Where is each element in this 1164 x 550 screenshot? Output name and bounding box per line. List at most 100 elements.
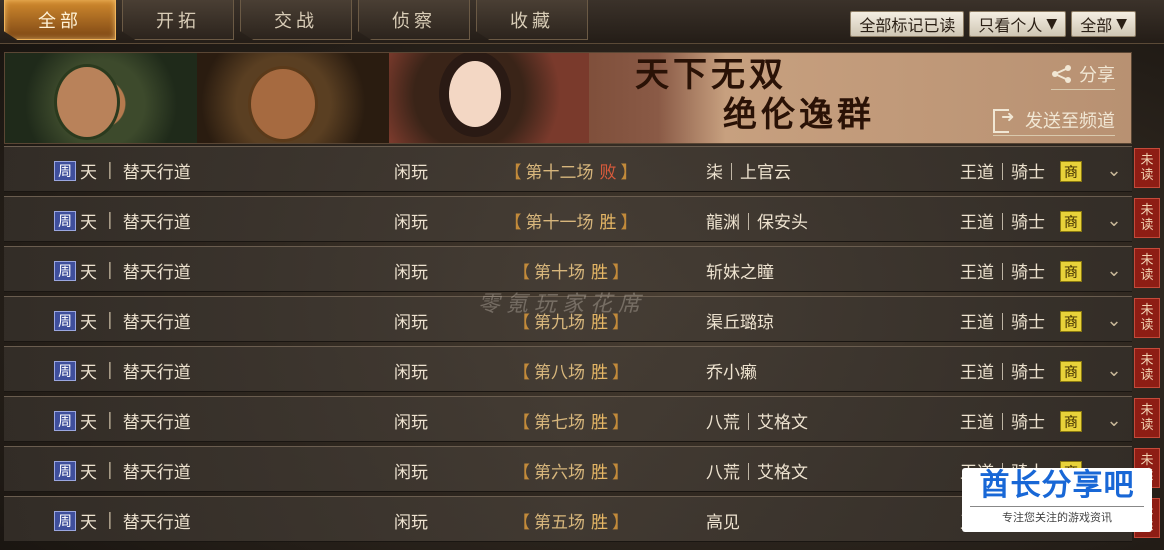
faction-class: 王道｜骑士 [960,412,1045,433]
unread-char-1: 未 [1140,203,1154,218]
match-result: 胜 [591,462,608,483]
mode-label: 闲玩 [394,262,428,283]
team-tag: 天 [80,312,97,333]
team-name: 替天行道 [122,362,191,383]
portrait-face [57,67,117,137]
tab-battle[interactable]: 交战 [240,0,352,40]
unread-tag: 未读 [1134,148,1160,188]
faction-class: 王道｜骑士 [960,162,1045,183]
unread-tag: 未读 [1134,398,1160,438]
send-to-channel-button[interactable]: 发送至频道 [993,107,1115,136]
team-info: 天 | 替天行道 [80,147,191,193]
bracket-left: 【 [504,162,522,183]
mode-label: 闲玩 [394,362,428,383]
week-badge: 周 [54,361,76,381]
tab-all[interactable]: 全部 [4,0,116,40]
report-row[interactable]: 周天 | 替天行道 闲玩 【第十二场败】 柒｜上官云 王道｜骑士商 ⌄ [4,146,1132,192]
report-row[interactable]: 周天 | 替天行道 闲玩 【第十一场胜】 龍渊｜保安头 王道｜骑士商 ⌄ [4,196,1132,242]
week-badge: 周 [54,261,76,281]
chevron-down-icon[interactable]: ⌄ [1102,347,1126,393]
tab-favorites[interactable]: 收藏 [476,0,588,40]
faction-class: 王道｜骑士 [960,212,1045,233]
match-result: 胜 [591,512,608,533]
bracket-left: 【 [513,462,530,483]
tab-scout[interactable]: 侦察 [358,0,470,40]
opponent-name: 乔小癞 [706,362,757,383]
mode-label: 闲玩 [394,412,428,433]
match-number: 第六场 [534,462,585,483]
team-tag: 天 [80,362,97,383]
match-result: 胜 [599,212,617,233]
unread-char-2: 读 [1140,418,1154,433]
separator: | [107,410,113,430]
bracket-right: 】 [612,262,629,283]
tab-explore[interactable]: 开拓 [122,0,234,40]
team-tag: 天 [80,262,97,283]
chevron-down-icon[interactable]: ⌄ [1102,247,1126,293]
team-tag: 天 [80,412,97,433]
chevron-down-icon[interactable]: ⌄ [1102,197,1126,243]
report-row[interactable]: 周天 | 替天行道 闲玩 【第八场胜】 乔小癞 王道｜骑士商 ⌄ [4,346,1132,392]
merchant-badge: 商 [1060,261,1082,282]
bracket-left: 【 [513,262,530,283]
team-info: 天 | 替天行道 [80,297,191,343]
banner-slogan: 天下无双 绝伦逸群 [635,55,935,135]
opponent-name: 柒｜上官云 [706,162,791,183]
merchant-badge: 商 [1060,161,1082,182]
team-tag: 天 [80,212,97,233]
unread-char-1: 未 [1140,303,1154,318]
mark-all-read-label: 全部标记已读 [859,16,956,35]
mode-label: 闲玩 [394,212,428,233]
chevron-down-icon[interactable]: ⌄ [1102,397,1126,443]
portrait-face [449,61,501,127]
bracket-left: 【 [513,362,530,383]
team-info: 天 | 替天行道 [80,447,191,493]
match-number: 第十二场 [525,162,594,183]
bracket-left: 【 [513,512,530,533]
mode-label: 闲玩 [394,462,428,483]
chevron-down-icon[interactable]: ⌄ [1102,147,1126,193]
bracket-right: 】 [612,512,629,533]
bracket-right: 】 [620,212,638,233]
general-portrait-2 [197,53,389,143]
match-number: 第七场 [534,412,585,433]
watermark-text: 零氪玩家花席 [478,292,647,317]
unread-char-2: 读 [1140,368,1154,383]
share-label: 分享 [1079,65,1115,86]
match-result: 胜 [591,362,608,383]
unread-char-2: 读 [1140,318,1154,333]
share-icon [1052,65,1071,83]
unread-char-2: 读 [1140,168,1154,183]
match-label: 【第十一场胜】 [496,197,646,243]
team-name: 替天行道 [122,312,191,333]
personal-filter-dropdown[interactable]: 只看个人 ▼ [969,11,1067,37]
type-filter-dropdown[interactable]: 全部 ▼ [1071,11,1136,37]
share-button[interactable]: 分享 [1051,61,1115,90]
faction-class: 王道｜骑士 [960,312,1045,333]
mark-all-read-button[interactable]: 全部标记已读 [850,11,965,37]
team-name: 替天行道 [122,412,191,433]
unread-tag: 未读 [1134,298,1160,338]
mode-label: 闲玩 [394,512,428,533]
unread-char-1: 未 [1140,353,1154,368]
team-tag: 天 [80,512,97,533]
separator: | [107,510,113,530]
send-label: 发送至频道 [1025,111,1115,132]
chevron-down-icon[interactable]: ⌄ [1102,297,1126,343]
team-info: 天 | 替天行道 [80,397,191,443]
unread-tag: 未读 [1134,348,1160,388]
team-info: 天 | 替天行道 [80,197,191,243]
separator: | [107,460,113,480]
bracket-right: 】 [620,162,638,183]
bracket-left: 【 [504,212,522,233]
merchant-badge: 商 [1060,361,1082,382]
week-badge: 周 [54,511,76,531]
unread-tag: 未读 [1134,248,1160,288]
portrait-face [251,69,315,139]
logo-title: 酋长分享吧 [979,468,1135,503]
site-logo: 酋长分享吧 专注您关注的游戏资讯 [962,468,1152,532]
unread-char-1: 未 [1140,153,1154,168]
opponent-name: 渠丘璐琼 [706,312,774,333]
report-row[interactable]: 周天 | 替天行道 闲玩 【第七场胜】 八荒｜艾格文 王道｜骑士商 ⌄ [4,396,1132,442]
opponent-name: 龍渊｜保安头 [706,212,808,233]
